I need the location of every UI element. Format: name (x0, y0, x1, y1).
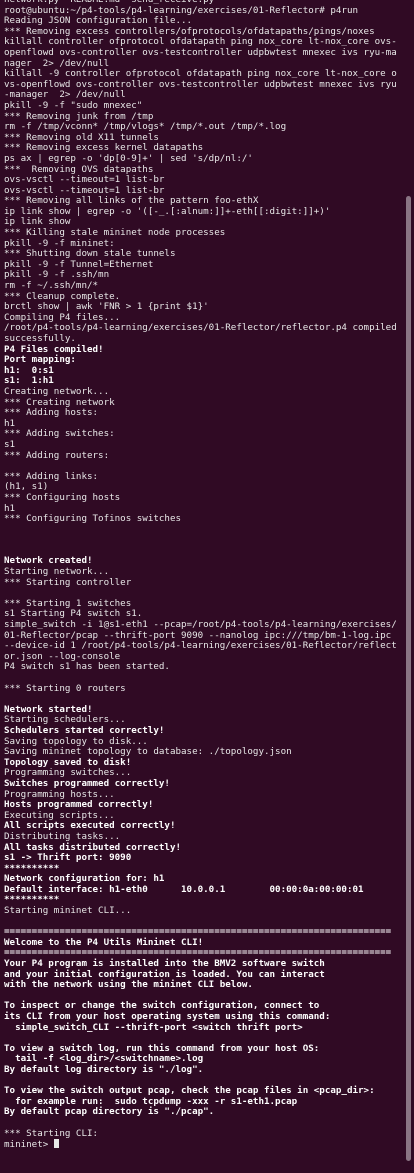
terminal-line: Port mapping: (4, 354, 76, 366)
terminal-line: Distributing tasks... (4, 830, 121, 842)
mininet-prompt-line[interactable]: mininet> (4, 1139, 400, 1151)
terminal-line: s1 (4, 438, 16, 450)
terminal-line: its CLI from your host operating system … (4, 1011, 331, 1022)
mininet-prompt: mininet> (4, 1139, 54, 1151)
terminal-line: Creating network... (4, 385, 110, 397)
terminal-line: *** Adding hosts: (4, 407, 99, 419)
terminal-line: Default interface: h1-eth0 10.0.0.1 00:0… (4, 883, 364, 895)
terminal-line: with the network using the mininet CLI b… (4, 979, 253, 991)
terminal-line: *** Adding switches: (4, 428, 115, 440)
terminal-line: h1: 0:s1 (4, 364, 54, 376)
terminal-line: P4 switch s1 has been started. (4, 661, 170, 673)
terminal-line: *** Starting CLI: (4, 1127, 99, 1139)
terminal-scrollbar[interactable] (406, 0, 412, 1173)
terminal-line: *** Configuring Tofinos switches (4, 513, 182, 525)
terminal-line: *** Configuring hosts (4, 491, 121, 503)
terminal-line: ps ax | egrep -o 'dp[0-9]+' | sed 's/dp/… (4, 152, 253, 164)
text-cursor (53, 1139, 59, 1149)
terminal-line: /root/p4-tools/p4-learning/exercises/01-… (4, 322, 403, 344)
terminal-line: By default pcap directory is "./pcap". (4, 1106, 215, 1118)
terminal-line: *** Adding routers: (4, 449, 110, 461)
terminal-line: *** Starting controller (4, 576, 132, 588)
terminal-line: Schedulers started correctly! (4, 724, 165, 736)
terminal-line: killall controller ofprotocol ofdatapath… (4, 36, 397, 69)
terminal-line: *** Starting 0 routers (4, 682, 126, 694)
terminal-line: simple_switch_CLI --thrift-port <switch … (4, 1021, 303, 1033)
terminal-window[interactable]: network.py README.md send_receive.pyroot… (0, 0, 414, 1173)
terminal-line: Switches programmed correctly! (4, 777, 170, 789)
terminal-line: s1 -> Thrift port: 9090 (4, 852, 132, 864)
terminal-line: *** Adding links: (4, 470, 99, 482)
terminal-line: killall -9 controller ofprotocol ofdatap… (4, 68, 397, 101)
terminal-line: pkill -9 -f "sudo mnexec" (4, 99, 143, 111)
terminal-line: simple_switch -i 1@s1-eth1 --pcap=/root/… (4, 619, 397, 662)
terminal-line: Starting mininet CLI... (4, 905, 132, 917)
terminal-output: network.py README.md send_receive.pyroot… (4, 0, 400, 1151)
terminal-line: By default log directory is "./log". (4, 1063, 204, 1075)
scrollbar-thumb[interactable] (406, 196, 411, 1161)
